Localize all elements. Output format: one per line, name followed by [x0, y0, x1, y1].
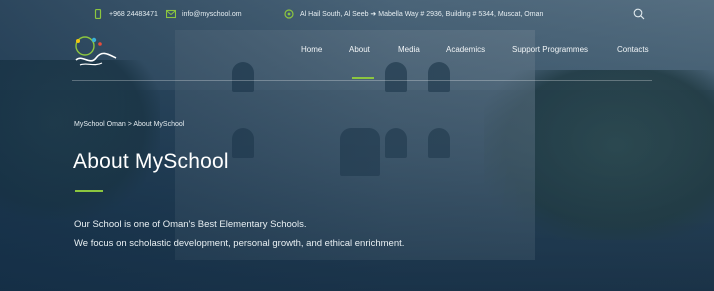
address-text: Al Hail South, Al Seeb ➜ Mabella Way # 2…	[300, 11, 544, 18]
breadcrumb-separator: >	[127, 121, 132, 128]
phone-text: +968 24483471	[109, 10, 158, 18]
contact-address[interactable]: Al Hail South, Al Seeb ➜ Mabella Way # 2…	[284, 9, 543, 19]
breadcrumb-current: About MySchool	[133, 121, 185, 128]
contact-phone[interactable]: +968 24483471	[93, 9, 158, 19]
nav-item-academics[interactable]: Academics	[446, 45, 485, 54]
intro-line-1: Our School is one of Oman's Best Element…	[74, 219, 307, 230]
breadcrumb-home-link[interactable]: MySchool Oman	[74, 121, 126, 128]
nav-item-about[interactable]: About	[349, 45, 370, 54]
nav-item-contacts[interactable]: Contacts	[617, 45, 649, 54]
header-divider	[72, 80, 652, 81]
location-pin-icon	[284, 9, 294, 19]
title-underline	[75, 190, 103, 192]
envelope-icon	[166, 9, 176, 19]
page-title: About MySchool	[73, 150, 229, 173]
nav-item-home[interactable]: Home	[301, 45, 322, 54]
nav-item-support-programmes[interactable]: Support Programmes	[512, 45, 588, 54]
email-text: info@myschool.om	[182, 10, 242, 18]
nav-item-media[interactable]: Media	[398, 45, 420, 54]
main-nav: Home About Media Academics Support Progr…	[0, 45, 714, 79]
phone-icon	[93, 9, 103, 19]
contact-bar: +968 24483471 info@myschool.om Al Hail S…	[0, 0, 714, 30]
breadcrumb: MySchool Oman > About MySchool	[74, 121, 184, 128]
intro-line-2: We focus on scholastic development, pers…	[74, 238, 405, 249]
search-icon[interactable]	[632, 7, 646, 21]
intro-text: Our School is one of Oman's Best Element…	[74, 215, 404, 253]
nav-active-indicator	[352, 77, 374, 79]
contact-email[interactable]: info@myschool.om	[166, 9, 242, 19]
